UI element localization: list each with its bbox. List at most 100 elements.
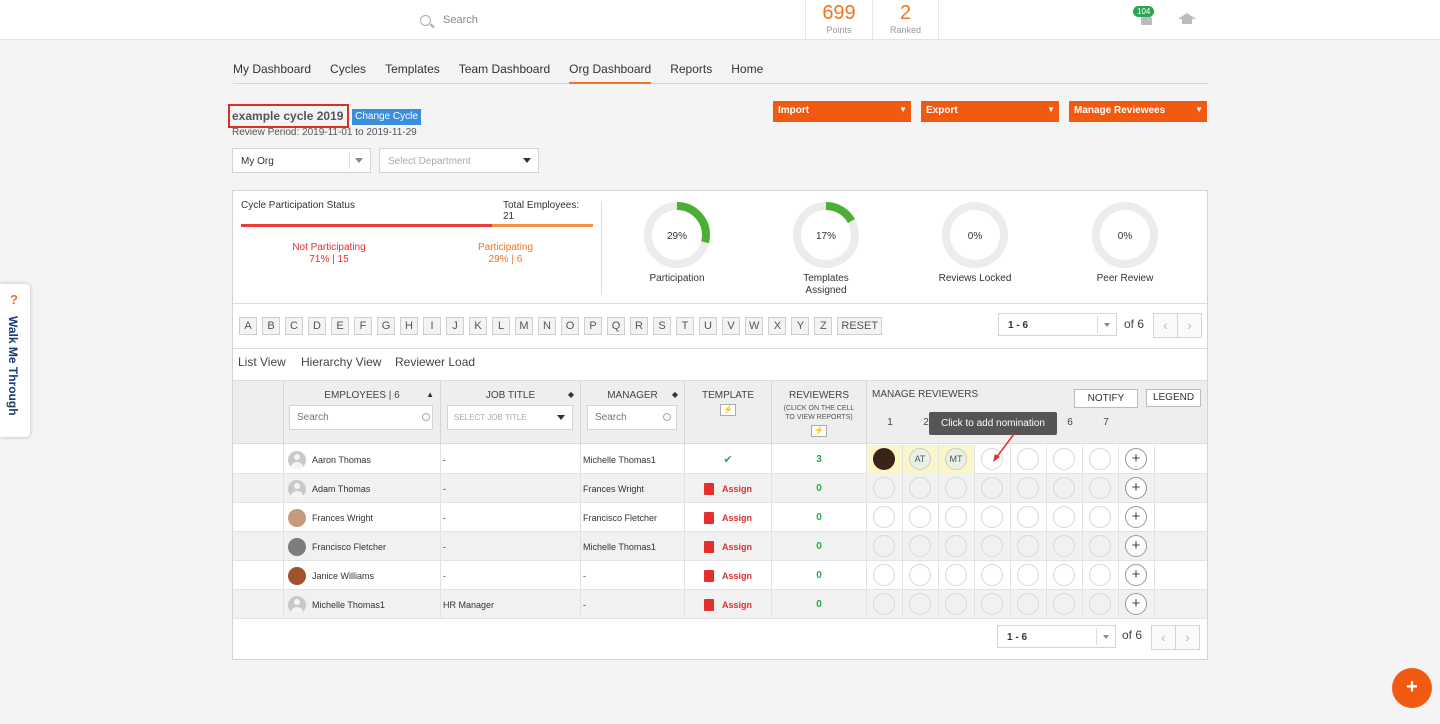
empty-reviewer-slot[interactable] bbox=[1089, 564, 1111, 586]
tab-cycles[interactable]: Cycles bbox=[330, 56, 366, 83]
letter-filter-m[interactable]: M bbox=[515, 317, 533, 335]
ranked-stat[interactable]: 2 Ranked bbox=[872, 0, 939, 40]
tab-team-dashboard[interactable]: Team Dashboard bbox=[459, 56, 550, 83]
empty-reviewer-slot[interactable] bbox=[1053, 564, 1075, 586]
empty-reviewer-slot[interactable] bbox=[909, 477, 931, 499]
add-reviewer-icon[interactable]: + bbox=[1125, 564, 1147, 586]
job-title-header[interactable]: JOB TITLE bbox=[441, 390, 580, 401]
assign-template-link[interactable]: Assign bbox=[703, 540, 752, 553]
reviewer-slot[interactable]: + bbox=[1119, 532, 1155, 561]
empty-reviewer-slot[interactable] bbox=[873, 477, 895, 499]
reset-filter-button[interactable]: RESET bbox=[837, 317, 883, 335]
letter-filter-g[interactable]: G bbox=[377, 317, 395, 335]
letter-filter-y[interactable]: Y bbox=[791, 317, 810, 335]
reviewer-slot[interactable] bbox=[1047, 445, 1083, 474]
letter-filter-h[interactable]: H bbox=[400, 317, 418, 335]
tab-templates[interactable]: Templates bbox=[385, 56, 440, 83]
graduation-cap-icon[interactable] bbox=[1178, 13, 1196, 25]
empty-reviewer-slot[interactable] bbox=[1017, 506, 1039, 528]
reviewer-slot[interactable] bbox=[939, 474, 975, 503]
reviewers-count-cell[interactable]: 0 bbox=[772, 532, 867, 561]
empty-reviewer-slot[interactable] bbox=[873, 535, 895, 557]
empty-reviewer-slot[interactable] bbox=[873, 564, 895, 586]
reviewer-slot[interactable] bbox=[903, 532, 939, 561]
reviewer-slot[interactable] bbox=[1083, 561, 1119, 590]
reviewer-slot[interactable] bbox=[867, 445, 903, 474]
add-reviewer-icon[interactable]: + bbox=[1125, 477, 1147, 499]
notify-button[interactable]: NOTIFY bbox=[1074, 389, 1138, 408]
reviewer-slot[interactable] bbox=[1047, 532, 1083, 561]
reviewer-slot[interactable] bbox=[1047, 474, 1083, 503]
tab-list-view[interactable]: List View bbox=[238, 355, 286, 383]
letter-filter-e[interactable]: E bbox=[331, 317, 349, 335]
letter-filter-i[interactable]: I bbox=[423, 317, 441, 335]
reviewer-slot[interactable]: MT bbox=[939, 445, 975, 474]
reviewer-slot[interactable]: + bbox=[1119, 561, 1155, 590]
employee-cell[interactable]: Aaron Thomas bbox=[284, 445, 441, 474]
walk-me-through-tab[interactable]: ? Walk Me Through bbox=[0, 284, 30, 437]
letter-filter-v[interactable]: V bbox=[722, 317, 740, 335]
letter-filter-w[interactable]: W bbox=[745, 317, 764, 335]
employee-cell[interactable]: Michelle Thomas1 bbox=[284, 590, 441, 619]
reviewers-count-cell[interactable]: 0 bbox=[772, 590, 867, 619]
assign-template-link[interactable]: Assign bbox=[703, 511, 752, 524]
employee-cell[interactable]: Frances Wright bbox=[284, 503, 441, 532]
empty-reviewer-slot[interactable] bbox=[945, 477, 967, 499]
reviewer-slot[interactable]: AT bbox=[903, 445, 939, 474]
reviewer-slot[interactable] bbox=[867, 532, 903, 561]
empty-reviewer-slot[interactable] bbox=[981, 477, 1003, 499]
bolt-icon[interactable]: ⚡ bbox=[811, 425, 827, 437]
reviewer-slot[interactable]: + bbox=[1119, 445, 1155, 474]
reviewer-slot[interactable]: + bbox=[1119, 474, 1155, 503]
reviewers-count-cell[interactable]: 3 bbox=[772, 445, 867, 474]
department-select[interactable]: Select Department bbox=[379, 148, 539, 173]
sort-icon[interactable]: ◆ bbox=[672, 390, 678, 399]
next-page-button[interactable]: › bbox=[1177, 313, 1202, 338]
reviewer-initials[interactable]: AT bbox=[909, 448, 931, 470]
reviewer-slot[interactable] bbox=[867, 503, 903, 532]
manage-reviewees-dropdown[interactable]: Manage Reviewees ▼ bbox=[1069, 101, 1207, 122]
reviewer-avatar[interactable] bbox=[873, 448, 895, 470]
empty-reviewer-slot[interactable] bbox=[981, 506, 1003, 528]
tab-org-dashboard[interactable]: Org Dashboard bbox=[569, 56, 652, 84]
add-reviewer-icon[interactable]: + bbox=[1125, 535, 1147, 557]
global-search[interactable]: Search bbox=[420, 12, 478, 28]
tab-home[interactable]: Home bbox=[731, 56, 763, 83]
manager-header[interactable]: MANAGER bbox=[581, 390, 684, 401]
reviewer-slot[interactable] bbox=[1011, 474, 1047, 503]
employee-search-input[interactable] bbox=[289, 405, 433, 430]
reviewer-slot[interactable] bbox=[1083, 503, 1119, 532]
letter-filter-z[interactable]: Z bbox=[814, 317, 833, 335]
reviewer-slot[interactable] bbox=[939, 590, 975, 619]
empty-reviewer-slot[interactable] bbox=[1053, 448, 1075, 470]
next-page-button[interactable]: › bbox=[1175, 625, 1200, 650]
letter-filter-u[interactable]: U bbox=[699, 317, 717, 335]
legend-button[interactable]: LEGEND bbox=[1146, 389, 1201, 407]
reviewer-slot[interactable]: + bbox=[1119, 503, 1155, 532]
empty-reviewer-slot[interactable] bbox=[1089, 593, 1111, 615]
sort-up-icon[interactable]: ▲ bbox=[426, 390, 434, 399]
reviewer-slot[interactable] bbox=[1011, 503, 1047, 532]
reviewer-slot[interactable] bbox=[975, 561, 1011, 590]
page-range-select[interactable]: 1 - 6 bbox=[998, 313, 1117, 336]
bolt-icon[interactable]: ⚡ bbox=[720, 404, 736, 416]
reviewer-slot[interactable] bbox=[903, 474, 939, 503]
letter-filter-k[interactable]: K bbox=[469, 317, 487, 335]
tab-hierarchy-view[interactable]: Hierarchy View bbox=[301, 355, 381, 369]
sort-icon[interactable]: ◆ bbox=[568, 390, 574, 399]
reviewer-slot[interactable] bbox=[1011, 532, 1047, 561]
reviewer-slot[interactable] bbox=[939, 532, 975, 561]
empty-reviewer-slot[interactable] bbox=[1053, 506, 1075, 528]
empty-reviewer-slot[interactable] bbox=[909, 506, 931, 528]
tab-reports[interactable]: Reports bbox=[670, 56, 712, 83]
empty-reviewer-slot[interactable] bbox=[981, 564, 1003, 586]
employee-cell[interactable]: Adam Thomas bbox=[284, 474, 441, 503]
empty-reviewer-slot[interactable] bbox=[1017, 477, 1039, 499]
tab-my-dashboard[interactable]: My Dashboard bbox=[233, 56, 311, 83]
letter-filter-s[interactable]: S bbox=[653, 317, 671, 335]
prev-page-button[interactable]: ‹ bbox=[1153, 313, 1178, 338]
reviewer-slot[interactable] bbox=[1047, 590, 1083, 619]
reviewer-slot[interactable] bbox=[1047, 503, 1083, 532]
letter-filter-a[interactable]: A bbox=[239, 317, 257, 335]
page-range-select-bottom[interactable]: 1 - 6 bbox=[997, 625, 1116, 648]
